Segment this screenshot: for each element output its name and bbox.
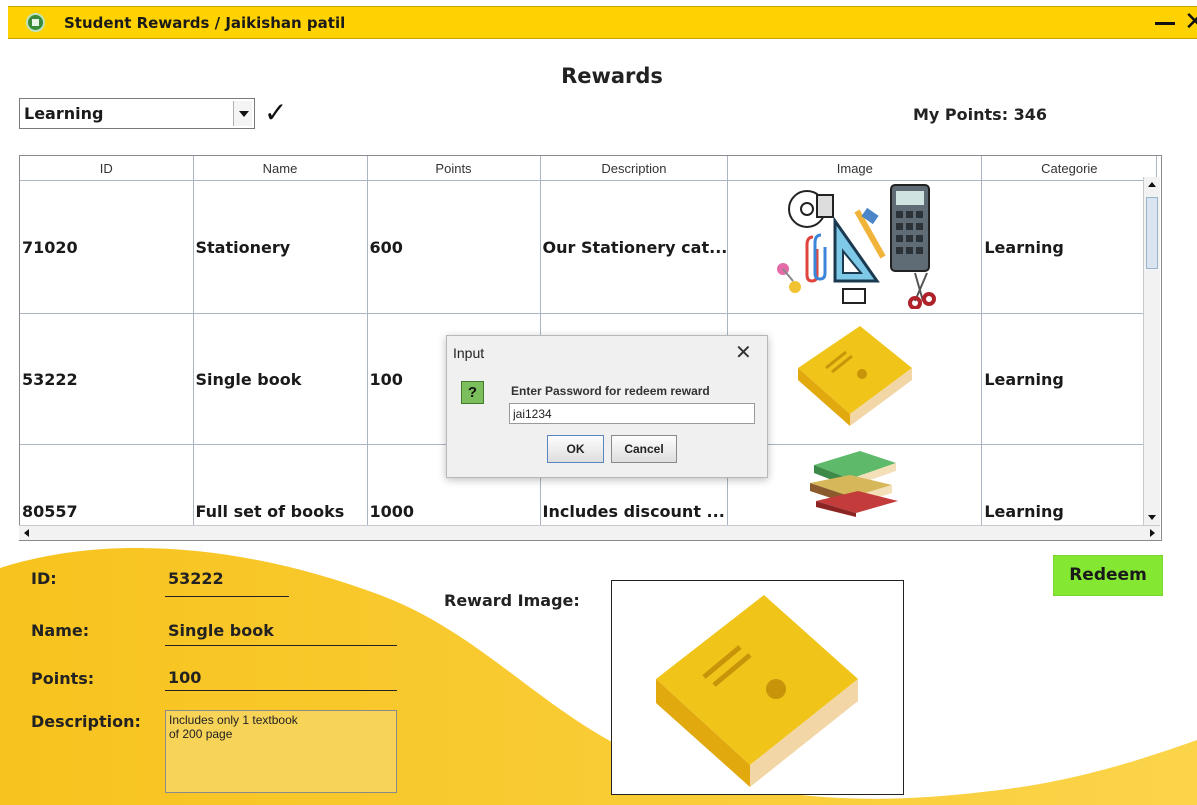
dialog-message: Enter Password for redeem reward <box>511 384 710 398</box>
cell-category: Learning <box>981 180 1158 314</box>
detail-points-value: 100 <box>168 668 202 687</box>
page-title: Rewards <box>0 64 1197 88</box>
id-underline <box>165 596 289 597</box>
cell-category: Learning <box>981 313 1158 445</box>
detail-description-label: Description: <box>31 712 141 731</box>
title-bar: Student Rewards / Jaikishan patil ✕ <box>8 6 1197 39</box>
ok-button[interactable]: OK <box>547 435 604 463</box>
dialog-title: Input <box>453 345 485 361</box>
window-title: Student Rewards / Jaikishan patil <box>64 14 346 32</box>
books-stack-image-svg <box>809 451 898 517</box>
reward-image-label: Reward Image: <box>444 591 580 610</box>
detail-points-label: Points: <box>31 669 95 688</box>
page-title-text: Rewards <box>561 64 663 88</box>
detail-id-value: 53222 <box>168 569 224 588</box>
reward-book-image <box>656 595 858 787</box>
book-image-svg <box>797 326 912 426</box>
question-icon: ? <box>461 381 484 404</box>
table-horizontal-scrollbar[interactable] <box>19 525 1160 540</box>
cell-name: Full set of books <box>193 444 368 528</box>
stationery-image <box>727 180 983 314</box>
minimize-icon[interactable] <box>1154 11 1176 33</box>
scrollbar-thumb[interactable] <box>1146 197 1158 269</box>
checkmark-icon[interactable]: ✓ <box>264 96 287 129</box>
detail-name-value: Single book <box>168 621 274 640</box>
table-vertical-scrollbar[interactable] <box>1143 177 1160 525</box>
description-textarea[interactable]: Includes only 1 textbook of 200 page <box>165 710 397 793</box>
cancel-button[interactable]: Cancel <box>611 435 677 463</box>
my-points-label: My Points: 346 <box>913 105 1048 124</box>
cell-description: Our Stationery cat... <box>540 180 729 314</box>
detail-name-label: Name: <box>31 621 90 640</box>
cell-category: Learning <box>981 444 1158 528</box>
column-header-category[interactable]: Categorie <box>981 156 1158 181</box>
column-header-points[interactable]: Points <box>367 156 541 181</box>
table-header-row: ID Name Points Description Image Categor… <box>20 156 1158 181</box>
category-dropdown-value: Learning <box>24 104 104 123</box>
redeem-button[interactable]: Redeem <box>1053 555 1163 596</box>
scroll-up-icon[interactable] <box>1144 177 1160 193</box>
app-icon <box>26 13 45 32</box>
name-underline <box>165 645 397 646</box>
detail-id-label: ID: <box>31 569 57 588</box>
reward-image-frame <box>611 580 904 795</box>
cell-id: 53222 <box>20 313 194 445</box>
cell-name: Stationery <box>193 180 368 314</box>
cell-id: 80557 <box>20 444 194 528</box>
close-icon[interactable]: ✕ <box>1184 9 1197 35</box>
column-header-description[interactable]: Description <box>540 156 729 181</box>
table-row[interactable]: 71020 Stationery 600 Our Stationery cat.… <box>20 180 1158 314</box>
column-header-name[interactable]: Name <box>193 156 368 181</box>
password-input-dialog: Input ✕ ? Enter Password for redeem rewa… <box>446 335 768 478</box>
stationery-image-svg <box>776 184 936 310</box>
chevron-down-icon[interactable] <box>233 101 252 126</box>
column-header-image[interactable]: Image <box>727 156 983 181</box>
column-header-id[interactable]: ID <box>20 156 194 181</box>
cell-points: 600 <box>367 180 541 314</box>
cell-name: Single book <box>193 313 368 445</box>
dialog-close-icon[interactable]: ✕ <box>735 340 752 365</box>
scroll-right-icon[interactable] <box>1144 526 1160 540</box>
password-input[interactable] <box>509 403 755 424</box>
scroll-left-icon[interactable] <box>19 526 35 540</box>
category-dropdown[interactable]: Learning <box>19 98 255 129</box>
points-underline <box>165 690 397 691</box>
cell-id: 71020 <box>20 180 194 314</box>
scroll-down-icon[interactable] <box>1144 509 1160 525</box>
